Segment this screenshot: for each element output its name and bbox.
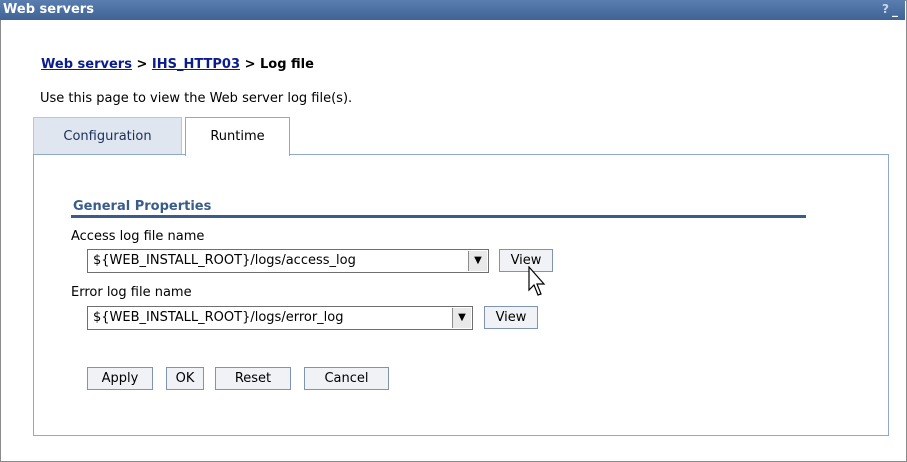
breadcrumb-current: Log file (260, 57, 314, 72)
breadcrumb-link-server[interactable]: IHS_HTTP03 (152, 57, 240, 72)
error-log-select[interactable]: ${WEB_INSTALL_ROOT}/logs/error_log ▼ (87, 306, 473, 330)
error-log-select-value: ${WEB_INSTALL_ROOT}/logs/error_log (93, 310, 344, 325)
tab-runtime[interactable]: Runtime (185, 117, 290, 156)
breadcrumb: Web servers > IHS_HTTP03 > Log file (41, 57, 314, 72)
window-title: Web servers (3, 2, 94, 17)
access-log-select-value: ${WEB_INSTALL_ROOT}/logs/access_log (93, 253, 356, 268)
access-log-label: Access log file name (71, 229, 205, 244)
cancel-button[interactable]: Cancel (304, 367, 389, 390)
minimize-icon[interactable]: _ (892, 0, 901, 20)
error-log-view-button[interactable]: View (484, 306, 538, 329)
chevron-down-icon[interactable]: ▼ (452, 308, 471, 328)
access-log-select[interactable]: ${WEB_INSTALL_ROOT}/logs/access_log ▼ (87, 249, 489, 273)
help-icon[interactable]: ? (882, 2, 889, 16)
section-divider (71, 215, 806, 218)
page-description: Use this page to view the Web server log… (40, 91, 353, 106)
apply-button[interactable]: Apply (87, 367, 153, 390)
breadcrumb-separator: > (136, 57, 148, 72)
reset-button[interactable]: Reset (215, 367, 291, 390)
mouse-pointer-icon (528, 266, 546, 296)
tab-configuration[interactable]: Configuration (33, 117, 182, 155)
error-log-label: Error log file name (71, 285, 192, 300)
section-title: General Properties (73, 199, 212, 214)
breadcrumb-separator: > (244, 57, 256, 72)
window-titlebar: Web servers ? _ (0, 0, 905, 20)
ok-button[interactable]: OK (166, 367, 204, 390)
chevron-down-icon[interactable]: ▼ (468, 251, 487, 271)
breadcrumb-link-web-servers[interactable]: Web servers (41, 57, 132, 72)
